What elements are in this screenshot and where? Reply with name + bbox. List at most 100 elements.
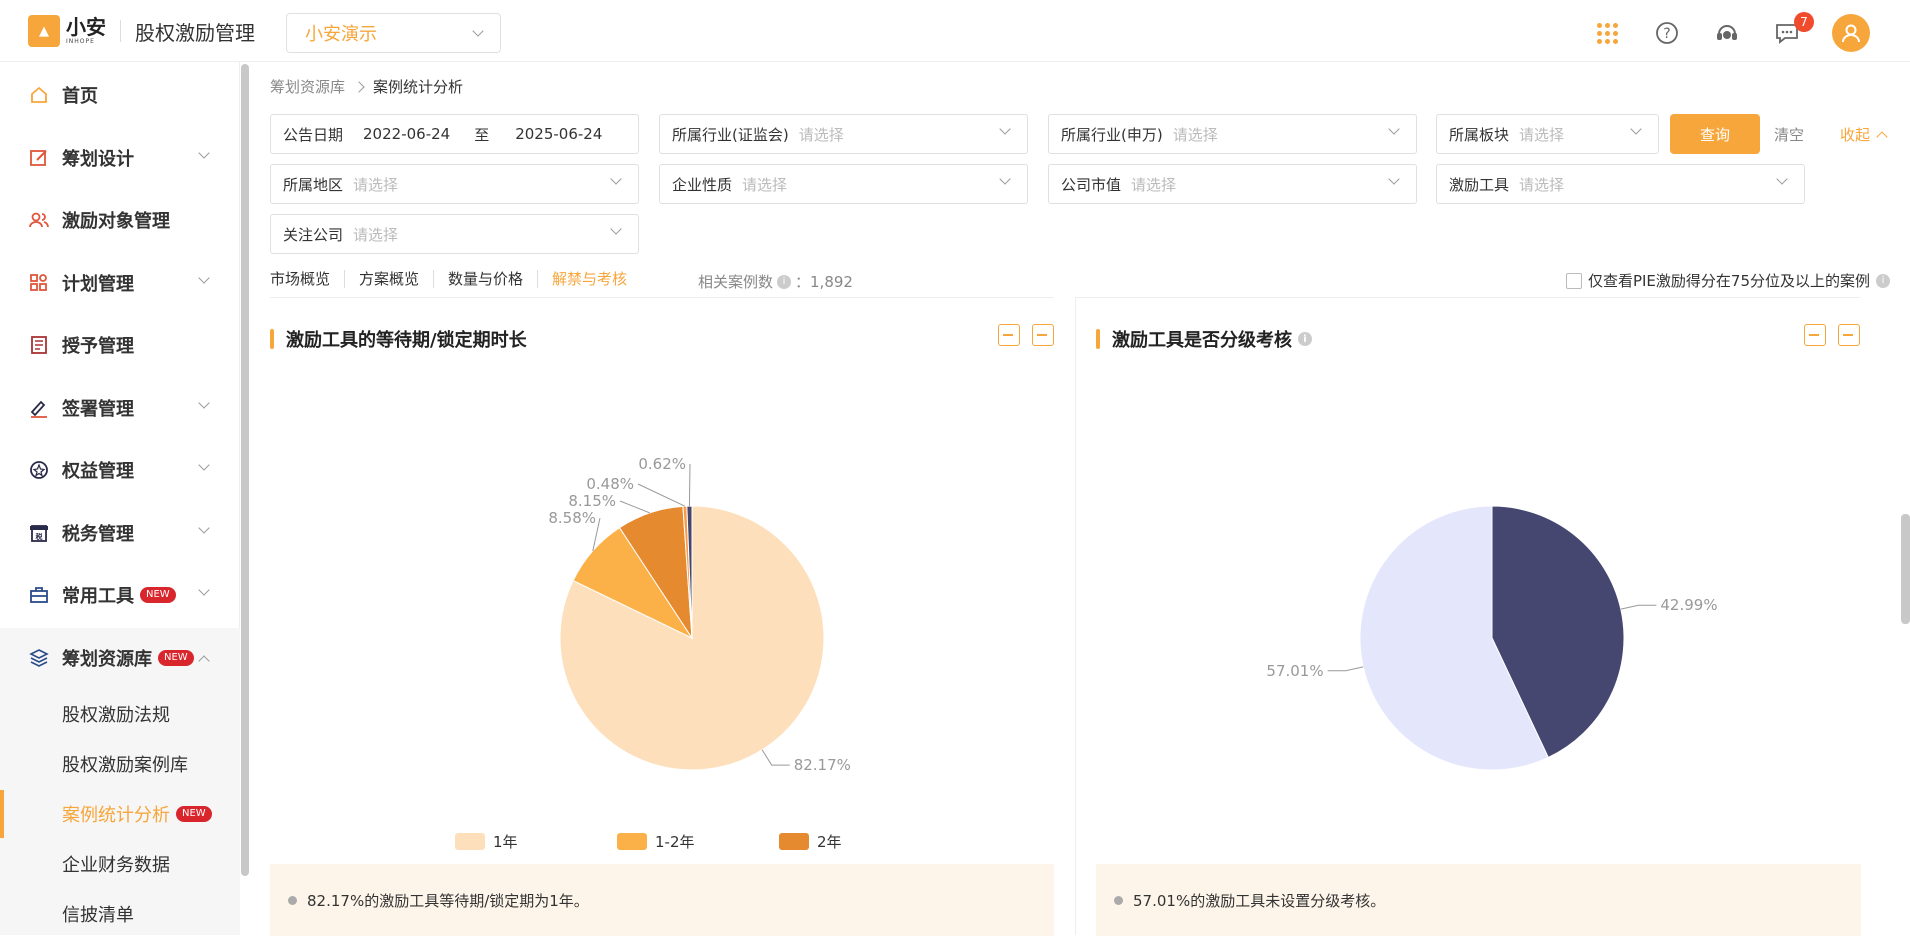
sign-icon xyxy=(28,397,50,419)
tenant-select[interactable]: 小安演示 xyxy=(286,13,501,53)
sidebar-item-label: 首页 xyxy=(62,86,98,107)
sidebar-item-home[interactable]: 首页 xyxy=(0,70,240,120)
collapse-label: 收起 xyxy=(1840,126,1871,144)
filter-label: 所属行业(申万) xyxy=(1061,125,1163,144)
sidebar-subitem-financial-data[interactable]: 企业财务数据 xyxy=(62,840,170,888)
download-image-icon[interactable] xyxy=(1838,324,1860,346)
filter-placeholder: 请选择 xyxy=(1519,175,1565,194)
sidebar-item-label: 常用工具 xyxy=(62,586,134,607)
date-range-filter[interactable]: 公告日期 2022-06-24 至 2025-06-24 xyxy=(270,114,639,154)
date-to-input[interactable]: 2025-06-24 xyxy=(515,125,602,143)
lock-period-pie-chart: 82.17%8.58%8.15%0.48%0.62%1年1-2年2年2-3年3年… xyxy=(455,455,851,851)
legend-swatch[interactable] xyxy=(455,833,485,850)
board-select[interactable]: 所属板块 请选择 xyxy=(1436,114,1659,154)
download-image-icon[interactable] xyxy=(1032,324,1054,346)
legend-swatch[interactable] xyxy=(779,833,809,850)
query-button[interactable]: 查询 xyxy=(1670,114,1760,154)
legend-swatch[interactable] xyxy=(617,833,647,850)
help-icon[interactable]: ? xyxy=(1652,18,1682,48)
chart-panel-lock-period: 激励工具的等待期/锁定期时长 82.17% 8.58% 8.15% 0.48% 0.62… xyxy=(270,297,1054,936)
clear-button[interactable]: 清空 xyxy=(1774,124,1804,145)
tab-plan-overview[interactable]: 方案概览 xyxy=(345,270,435,288)
subitem-label: 企业财务数据 xyxy=(62,855,170,876)
info-icon[interactable]: i xyxy=(777,274,792,289)
sidebar-subitem-case-statistics[interactable]: 案例统计分析 NEW xyxy=(62,790,212,838)
sidebar-item-label: 筹划设计 xyxy=(62,149,134,170)
chevron-down-icon xyxy=(198,459,210,471)
main-scrollbar[interactable] xyxy=(1901,514,1910,624)
tab-market-overview[interactable]: 市场概览 xyxy=(270,270,346,288)
export-excel-icon[interactable] xyxy=(998,324,1020,346)
label-leader-line xyxy=(761,749,790,766)
tab-unlock-assessment[interactable]: 解禁与考核 xyxy=(538,270,641,288)
follow-company-select[interactable]: 关注公司 请选择 xyxy=(270,214,639,254)
filter-placeholder: 请选择 xyxy=(1131,175,1177,194)
legend-label[interactable]: 1-2年 xyxy=(655,833,695,851)
sidebar-item-tax[interactable]: 税 税务管理 xyxy=(0,508,240,558)
logo-separator xyxy=(120,20,121,42)
chevron-down-icon xyxy=(198,522,210,534)
chevron-down-icon xyxy=(198,147,210,159)
users-icon xyxy=(28,209,50,231)
filter-label: 所属行业(证监会) xyxy=(672,125,789,144)
avatar[interactable] xyxy=(1832,14,1870,52)
case-count-label: 相关案例数 xyxy=(698,273,774,291)
tab-quantity-price[interactable]: 数量与价格 xyxy=(434,270,539,288)
filter-label: 公司市值 xyxy=(1061,175,1122,194)
incentive-tool-select[interactable]: 激励工具 请选择 xyxy=(1436,164,1805,204)
label-leader-line xyxy=(637,483,686,507)
sidebar-scrollbar[interactable] xyxy=(241,64,249,876)
sidebar-item-signing[interactable]: 签署管理 xyxy=(0,383,240,433)
chevron-down-icon xyxy=(198,272,210,284)
sidebar-item-plans[interactable]: 计划管理 xyxy=(0,258,240,308)
pie-data-label: 42.99% xyxy=(1660,596,1717,614)
panel-tools xyxy=(998,324,1054,346)
legend-label[interactable]: 1年 xyxy=(493,833,518,851)
breadcrumb-parent[interactable]: 筹划资源库 xyxy=(270,76,345,97)
market-cap-select[interactable]: 公司市值 请选择 xyxy=(1048,164,1417,204)
sidebar-item-label: 授予管理 xyxy=(62,336,134,357)
export-excel-icon[interactable] xyxy=(1804,324,1826,346)
panel-title: 激励工具的等待期/锁定期时长 xyxy=(270,326,527,352)
sidebar-subitem-disclosure-list[interactable]: 信披清单 xyxy=(62,890,134,938)
pie-score-filter[interactable]: 仅查看PIE激励得分在75分位及以上的案例 i xyxy=(1565,270,1890,291)
chevron-down-icon xyxy=(472,25,484,37)
legend-label[interactable]: 2年 xyxy=(817,833,842,851)
filter-placeholder: 请选择 xyxy=(742,175,788,194)
panel-tools xyxy=(1804,324,1860,346)
sidebar-item-resources[interactable]: 筹划资源库 NEW xyxy=(0,633,240,683)
industry-sw-select[interactable]: 所属行业(申万) 请选择 xyxy=(1048,114,1417,154)
filter-placeholder: 请选择 xyxy=(1172,125,1218,144)
logo[interactable]: ▲ 小安 INHOPE 股权激励管理 xyxy=(28,15,255,47)
customer-service-icon[interactable] xyxy=(1712,18,1742,48)
date-from-input[interactable]: 2022-06-24 xyxy=(363,125,450,143)
panel-title-text: 激励工具是否分级考核 xyxy=(1112,330,1292,351)
collapse-button[interactable]: 收起 xyxy=(1840,124,1888,145)
sidebar-item-equity[interactable]: 权益管理 xyxy=(0,445,240,495)
analysis-tabs: 市场概览 方案概览 数量与价格 解禁与考核 xyxy=(270,270,641,288)
region-select[interactable]: 所属地区 请选择 xyxy=(270,164,639,204)
filter-label: 关注公司 xyxy=(283,225,344,244)
enterprise-nature-select[interactable]: 企业性质 请选择 xyxy=(659,164,1028,204)
sidebar-subitem-case-library[interactable]: 股权激励案例库 xyxy=(62,740,188,788)
apps-grid-icon[interactable] xyxy=(1592,18,1622,48)
pie-data-label: 8.15% xyxy=(568,492,616,510)
message-icon[interactable]: 7 xyxy=(1772,12,1814,48)
pie-data-label: 82.17% xyxy=(794,756,851,774)
sidebar-item-tools[interactable]: 常用工具 NEW xyxy=(0,570,240,620)
case-count: 相关案例数 i ：1,892 xyxy=(698,271,853,292)
chevron-down-icon xyxy=(198,397,210,409)
pie-score-checkbox[interactable] xyxy=(1565,272,1582,289)
sidebar-item-recipients[interactable]: 激励对象管理 xyxy=(0,195,240,245)
case-count-value: ：1,892 xyxy=(795,273,853,291)
sidebar-item-grants[interactable]: 授予管理 xyxy=(0,320,240,370)
pie-data-label: 0.48% xyxy=(586,475,634,493)
sidebar-subitem-regulations[interactable]: 股权激励法规 xyxy=(62,690,170,738)
pie-score-label: 仅查看PIE激励得分在75分位及以上的案例 xyxy=(1587,272,1870,290)
sidebar-item-label: 筹划资源库 xyxy=(62,649,152,670)
info-icon[interactable]: i xyxy=(1298,332,1312,346)
label-leader-line xyxy=(688,463,691,507)
sidebar-item-planning[interactable]: 筹划设计 xyxy=(0,133,240,183)
industry-csrc-select[interactable]: 所属行业(证监会) 请选择 xyxy=(659,114,1028,154)
info-icon[interactable]: i xyxy=(1876,273,1890,288)
